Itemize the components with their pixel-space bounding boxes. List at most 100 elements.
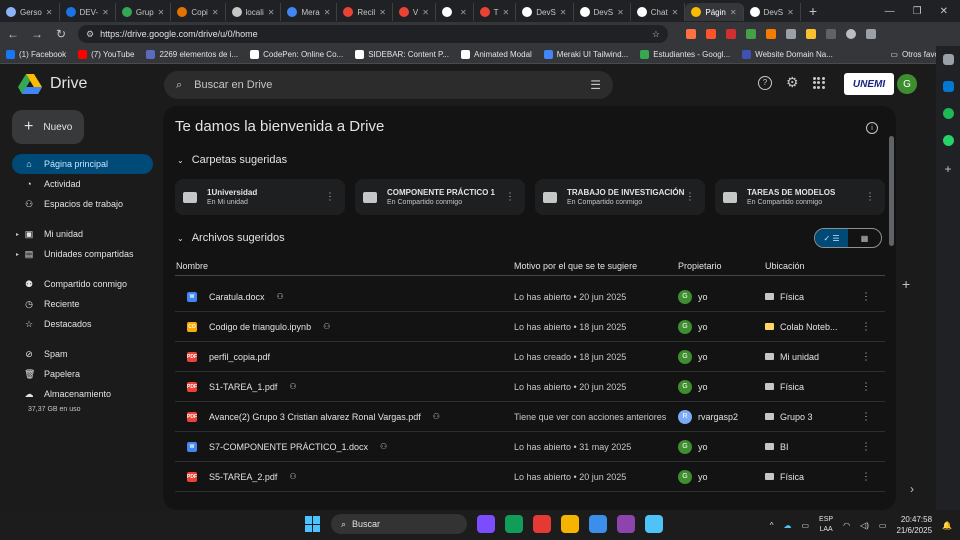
bookmark-item[interactable]: Meraki UI Tailwind... bbox=[543, 50, 628, 59]
search-options-icon[interactable]: ☰ bbox=[590, 78, 601, 92]
drive-logo[interactable]: Drive bbox=[18, 74, 87, 94]
bookmark-item[interactable]: (1) Facebook bbox=[6, 50, 66, 59]
apps-grid-icon[interactable] bbox=[812, 76, 825, 89]
browser-tab[interactable]: Págin ✕ bbox=[685, 3, 744, 21]
browser-tab[interactable]: V ✕ bbox=[393, 3, 436, 21]
forward-icon[interactable]: → bbox=[30, 27, 44, 41]
browser-tab[interactable]: Grup ✕ bbox=[116, 3, 172, 21]
bookmark-item[interactable]: SIDEBAR: Content P... bbox=[355, 50, 449, 59]
list-view-button[interactable]: ✓ ☰ bbox=[815, 229, 848, 247]
taskbar-app-icon[interactable] bbox=[505, 515, 523, 533]
close-tab-icon[interactable]: ✕ bbox=[730, 8, 737, 17]
close-tab-icon[interactable]: ✕ bbox=[787, 8, 794, 17]
caret-right-icon[interactable]: ▸ bbox=[16, 251, 19, 258]
table-row[interactable]: W Caratula.docx ⚇ Lo has abierto • 20 jun 2… bbox=[175, 282, 885, 312]
restore-icon[interactable]: ❐ bbox=[913, 6, 922, 17]
caret-right-icon[interactable]: ▸ bbox=[16, 231, 19, 238]
file-location-cell[interactable]: Colab Noteb... bbox=[765, 322, 865, 332]
close-tab-icon[interactable]: ✕ bbox=[324, 8, 331, 17]
windows-start-icon[interactable] bbox=[305, 516, 321, 532]
table-row[interactable]: CO Codigo de triangulo.ipynb ⚇ Lo has abier… bbox=[175, 312, 885, 342]
whatsapp-icon[interactable] bbox=[942, 135, 954, 146]
extensions-puzzle-icon[interactable] bbox=[786, 29, 796, 39]
info-icon[interactable]: i bbox=[866, 122, 878, 134]
back-icon[interactable]: ← bbox=[6, 27, 20, 41]
site-info-icon[interactable]: ⚙ bbox=[86, 29, 94, 40]
more-options-icon[interactable]: ⋮ bbox=[861, 381, 871, 392]
extension-icon[interactable] bbox=[686, 29, 696, 39]
table-row[interactable]: PDF Avance(2) Grupo 3 Cristian alvarez Ro… bbox=[175, 402, 885, 432]
close-tab-icon[interactable]: ✕ bbox=[672, 8, 679, 17]
grid-view-button[interactable]: ▦ bbox=[848, 229, 881, 247]
table-row[interactable]: PDF S1-TAREA_1.pdf ⚇ Lo has abierto • 20 ju… bbox=[175, 372, 885, 402]
browser-tab[interactable]: Recil ✕ bbox=[337, 3, 393, 21]
bookmark-item[interactable]: Estudiantes - Googl... bbox=[640, 50, 730, 59]
bookmark-star-icon[interactable]: ☆ bbox=[652, 29, 660, 40]
bookmark-item[interactable]: CodePen: Online Co... bbox=[250, 50, 343, 59]
gear-icon[interactable]: ⚙ bbox=[786, 74, 799, 91]
reload-icon[interactable]: ↻ bbox=[54, 27, 68, 41]
sidebar-item-trash[interactable]: 🗑 Papelera bbox=[12, 364, 153, 384]
bookmark-item[interactable]: (7) YouTube bbox=[78, 50, 134, 59]
scrollbar[interactable] bbox=[889, 136, 894, 246]
file-location-cell[interactable]: Física bbox=[765, 292, 865, 302]
downloads-icon[interactable] bbox=[826, 29, 836, 39]
sidebar-item-workspaces[interactable]: ⚇ Espacios de trabajo bbox=[12, 194, 153, 214]
file-location-cell[interactable]: BI bbox=[765, 442, 865, 452]
sidebar-item-storage[interactable]: ☁ Almacenamiento bbox=[12, 384, 153, 404]
table-row[interactable]: W S7-COMPONENTE PRÁCTICO_1.docx ⚇ Lo has ab… bbox=[175, 432, 885, 462]
avatar[interactable]: G bbox=[897, 74, 917, 94]
close-tab-icon[interactable]: ✕ bbox=[422, 8, 429, 17]
clock[interactable]: 20:47:58 21/6/2025 bbox=[896, 514, 932, 536]
browser-tab[interactable]: DevS ✕ bbox=[744, 3, 801, 21]
taskbar-search[interactable]: ⌕ Buscar bbox=[331, 514, 467, 534]
file-location-cell[interactable]: Mi unidad bbox=[765, 352, 865, 362]
sidebar-item-home[interactable]: ⌂ Página principal bbox=[12, 154, 153, 174]
sidebar-item-recent[interactable]: ◷ Reciente bbox=[12, 294, 153, 314]
file-location-cell[interactable]: Grupo 3 bbox=[765, 412, 865, 422]
profile-icon[interactable] bbox=[846, 29, 856, 39]
taskbar-app-icon[interactable] bbox=[645, 515, 663, 533]
extension-icon[interactable] bbox=[746, 29, 756, 39]
bookmark-item[interactable]: Website Domain Na... bbox=[742, 50, 833, 59]
table-row[interactable]: PDF S5-TAREA_2.pdf ⚇ Lo has abierto • 20 ju… bbox=[175, 462, 885, 492]
sidebar-item-starred[interactable]: ☆ Destacados bbox=[12, 314, 153, 334]
folder-card[interactable]: COMPONENTE PRÁCTICO 1 En Compartido conmi… bbox=[355, 179, 525, 215]
close-tab-icon[interactable]: ✕ bbox=[379, 8, 386, 17]
chevron-right-icon[interactable]: › bbox=[910, 482, 914, 496]
close-tab-icon[interactable]: ✕ bbox=[268, 8, 275, 17]
browser-tab[interactable]: DevS ✕ bbox=[516, 3, 574, 21]
more-options-icon[interactable]: ⋮ bbox=[865, 192, 875, 203]
more-options-icon[interactable]: ⋮ bbox=[861, 411, 871, 422]
usb-icon[interactable]: ▭ bbox=[801, 521, 809, 530]
browser-tab[interactable]: Copi ✕ bbox=[171, 3, 226, 21]
browser-tab[interactable]: T ✕ bbox=[474, 3, 517, 21]
close-tab-icon[interactable]: ✕ bbox=[503, 8, 510, 17]
new-tab-button[interactable]: + bbox=[801, 3, 825, 19]
more-options-icon[interactable]: ⋮ bbox=[861, 471, 871, 482]
close-tab-icon[interactable]: ✕ bbox=[617, 8, 624, 17]
table-row[interactable]: PDF perfil_copia.pdf Lo has creado • 18 ju… bbox=[175, 342, 885, 372]
extension-icon[interactable] bbox=[766, 29, 776, 39]
minimize-icon[interactable]: — bbox=[885, 6, 895, 17]
close-tab-icon[interactable]: ✕ bbox=[46, 8, 53, 17]
more-options-icon[interactable]: ⋮ bbox=[861, 441, 871, 452]
sidebar-item-my-drive[interactable]: ▸ ▣ Mi unidad bbox=[12, 224, 153, 244]
sidebar-item-activity[interactable]: ◔ Actividad bbox=[12, 174, 153, 194]
more-options-icon[interactable]: ⋮ bbox=[685, 192, 695, 203]
view-toggle[interactable]: ✓ ☰ ▦ bbox=[814, 228, 882, 248]
folder-card[interactable]: TRABAJO DE INVESTIGACIÓN En Compartido co… bbox=[535, 179, 705, 215]
wifi-icon[interactable]: ◠ bbox=[843, 521, 850, 530]
taskbar-app-icon[interactable] bbox=[477, 515, 495, 533]
menu-icon[interactable] bbox=[866, 29, 876, 39]
browser-tab[interactable]: Gerso ✕ bbox=[0, 3, 60, 21]
more-options-icon[interactable]: ⋮ bbox=[861, 321, 871, 332]
folder-card[interactable]: TAREAS DE MODELOS En Compartido conmigo ⋮ bbox=[715, 179, 885, 215]
bookmark-item[interactable]: Animated Modal bbox=[460, 50, 532, 59]
bell-icon[interactable]: 🔔 bbox=[942, 521, 952, 530]
extension-icon[interactable] bbox=[726, 29, 736, 39]
close-tab-icon[interactable]: ✕ bbox=[460, 8, 467, 17]
close-tab-icon[interactable]: ✕ bbox=[212, 8, 219, 17]
bookmark-item[interactable]: 2269 elementos de i... bbox=[146, 50, 238, 59]
file-location-cell[interactable]: Física bbox=[765, 472, 865, 482]
